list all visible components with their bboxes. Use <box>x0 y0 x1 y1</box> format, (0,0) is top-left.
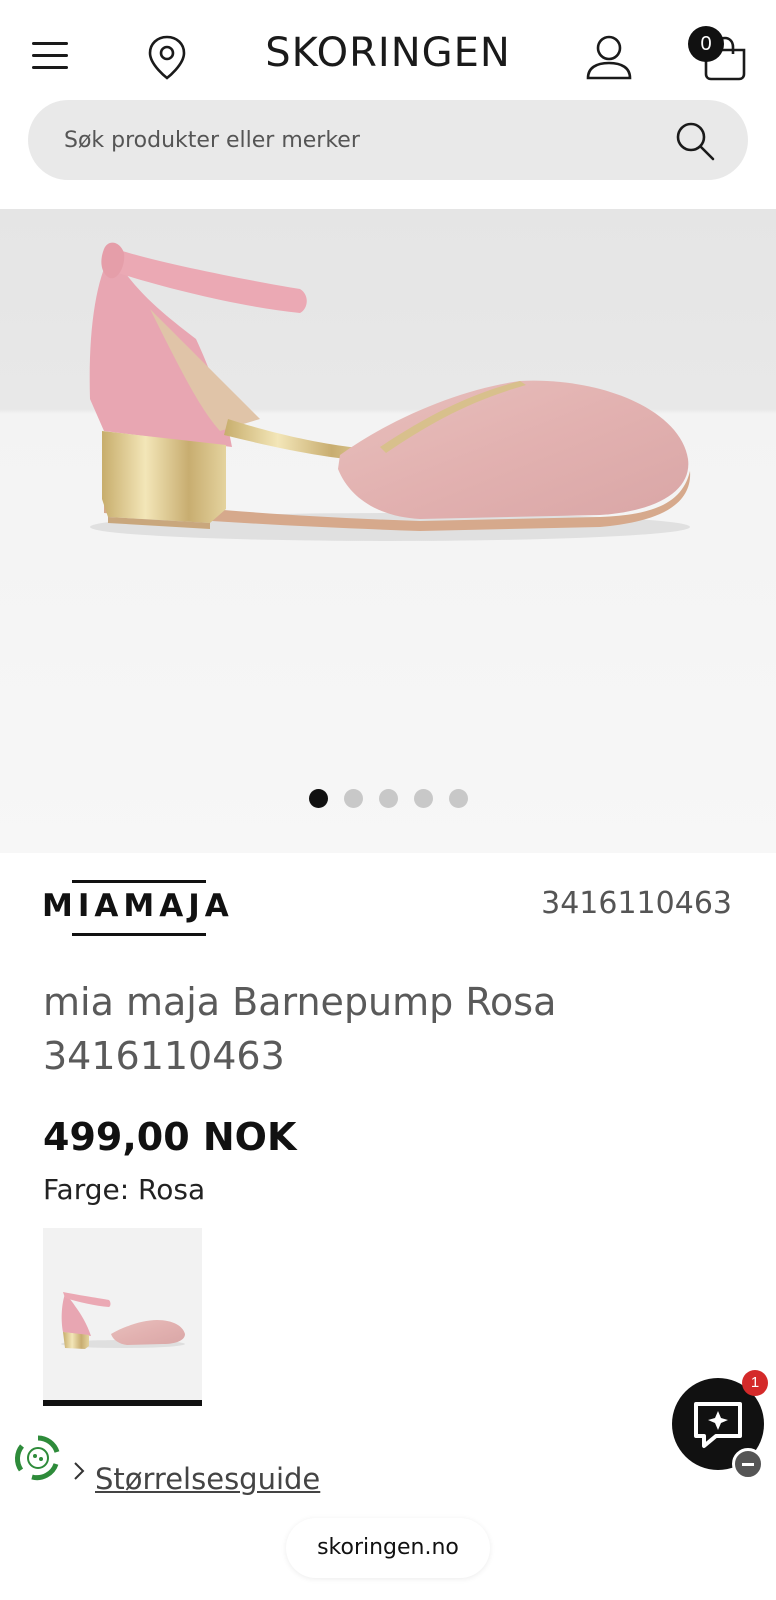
gallery-dot-4[interactable] <box>413 789 433 808</box>
account-icon[interactable] <box>584 32 634 82</box>
site-logo[interactable]: SKORINGEN <box>0 30 776 76</box>
brand-logo[interactable]: MIAMAJA <box>42 880 229 938</box>
search-icon[interactable] <box>674 120 716 162</box>
gallery-dot-5[interactable] <box>448 789 468 808</box>
browser-url-bar[interactable]: skoringen.no <box>286 1518 490 1578</box>
chat-notification-badge: 1 <box>742 1370 768 1396</box>
site-header: SKORINGEN 0 <box>0 0 776 100</box>
recycle-icon[interactable] <box>12 1432 64 1484</box>
chevron-right-icon <box>74 1462 85 1480</box>
swatch-thumbnail-image <box>61 1292 185 1349</box>
brand-logo-bar-bottom <box>72 933 206 936</box>
gallery-dot-1[interactable] <box>308 789 328 808</box>
swatch-selected-indicator <box>43 1400 202 1406</box>
gallery-dot-2[interactable] <box>343 789 363 808</box>
product-image <box>89 242 691 541</box>
cart-count-badge: 0 <box>688 26 724 62</box>
brand-name: MIAMAJA <box>42 888 234 924</box>
product-price: 499,00 NOK <box>43 1115 297 1159</box>
search-input[interactable] <box>64 100 664 180</box>
size-guide-link[interactable]: Størrelsesguide <box>95 1462 320 1496</box>
gallery-dot-3[interactable] <box>378 789 398 808</box>
article-number: 3416110463 <box>541 886 732 921</box>
color-swatch-rosa[interactable] <box>43 1228 202 1406</box>
chat-minimize-icon[interactable] <box>732 1448 764 1480</box>
product-title: mia maja Barnepump Rosa 3416110463 <box>43 980 557 1078</box>
brand-logo-bar-top <box>72 880 206 883</box>
gallery-pagination <box>0 789 776 808</box>
search-bar <box>28 100 748 180</box>
color-label: Farge: Rosa <box>43 1173 206 1206</box>
product-image-gallery[interactable] <box>0 209 776 853</box>
